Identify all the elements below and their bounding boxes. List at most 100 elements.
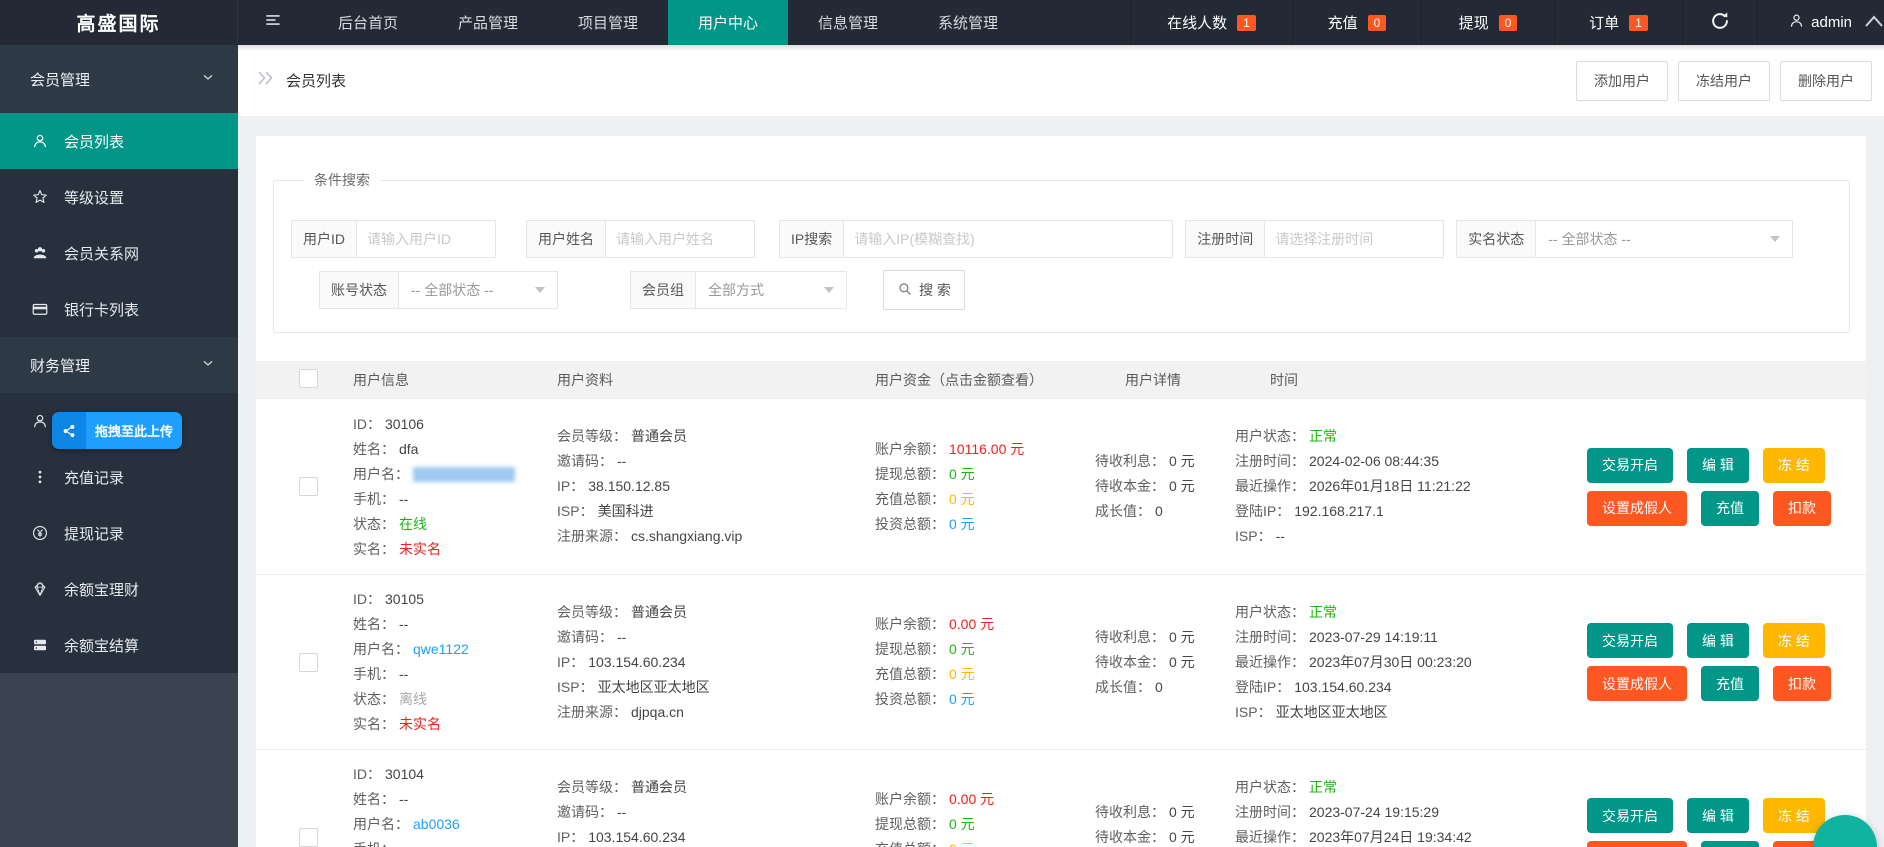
search-button[interactable]: 搜 索 xyxy=(883,270,965,310)
col-user-info: 用户信息 xyxy=(353,370,557,390)
freeze-button[interactable]: 冻 结 xyxy=(1763,798,1825,833)
account-status-field: 账号状态 -- 全部状态 -- xyxy=(319,271,558,309)
member-group-select[interactable]: 全部方式 xyxy=(695,271,847,309)
sidebar-footer-area xyxy=(0,673,238,847)
user-detail-cell: 待收利息：0 元 待收本金：0 元 成长值：0 xyxy=(1095,575,1235,749)
recharge-button[interactable]: 充值 xyxy=(1701,491,1759,526)
app-window: 高盛国际 后台首页 产品管理 项目管理 用户中心 信息管理 系统管理 在线人数 … xyxy=(0,0,1884,847)
chevron-up-icon xyxy=(1862,13,1884,33)
recharge-button[interactable]: 充值 xyxy=(1701,666,1759,701)
user-status: 正常 xyxy=(1309,604,1337,620)
nav-tab-products[interactable]: 产品管理 xyxy=(428,0,548,45)
username-link[interactable]: qwe1122 xyxy=(413,641,469,657)
recharge-button[interactable]: 充值 xyxy=(1701,841,1759,847)
sidebar-item-bank-cards[interactable]: 银行卡列表 xyxy=(0,281,238,337)
admin-user-menu[interactable]: admin xyxy=(1757,0,1884,45)
withdraw-count-badge: 0 xyxy=(1499,15,1518,31)
double-chevron-icon xyxy=(256,69,276,92)
trade-toggle-button[interactable]: 交易开启 xyxy=(1587,798,1673,833)
withdraw-amount[interactable]: 0 元 xyxy=(949,466,975,482)
add-user-button[interactable]: 添加用户 xyxy=(1576,61,1668,101)
user-detail-cell: 待收利息：0 元 待收本金：0 元 成长值：0 xyxy=(1095,399,1235,574)
row-actions-cell: 交易开启 编 辑 冻 结 设置成假人 充值 扣款 xyxy=(1587,399,1866,574)
stat-orders[interactable]: 订单 1 xyxy=(1554,0,1682,45)
stat-online-users[interactable]: 在线人数 1 xyxy=(1130,0,1292,45)
search-row-1: 用户ID 用户姓名 IP搜索 注册时间 xyxy=(284,220,1835,258)
sidebar: 会员管理 会员列表 等级设置 会员关系网 xyxy=(0,45,238,847)
online-status: 在线 xyxy=(399,516,427,532)
realname-status-select[interactable]: -- 全部状态 -- xyxy=(1535,220,1793,258)
user-status: 正常 xyxy=(1309,779,1337,795)
chevron-down-icon xyxy=(200,355,216,375)
search-row-2: 账号状态 -- 全部状态 -- 会员组 全部方式 xyxy=(284,270,1835,310)
content-panel: 条件搜索 用户ID 用户姓名 IP搜索 注册时间 xyxy=(256,136,1866,847)
stat-withdraw[interactable]: 提现 0 xyxy=(1421,0,1554,45)
sidebar-item-recharge-records[interactable]: 充值记录 xyxy=(0,449,238,505)
user-icon xyxy=(30,412,50,430)
deduct-button[interactable]: 扣款 xyxy=(1773,491,1831,526)
nav-tab-home[interactable]: 后台首页 xyxy=(308,0,428,45)
top-navbar: 高盛国际 后台首页 产品管理 项目管理 用户中心 信息管理 系统管理 在线人数 … xyxy=(0,0,1884,45)
user-id-input[interactable] xyxy=(356,220,496,258)
stat-recharge[interactable]: 充值 0 xyxy=(1292,0,1421,45)
edit-button[interactable]: 编 辑 xyxy=(1687,623,1749,658)
sidebar-item-yuebao-invest[interactable]: 余额宝理财 xyxy=(0,561,238,617)
trade-toggle-button[interactable]: 交易开启 xyxy=(1587,623,1673,658)
sidebar-item-member-network[interactable]: 会员关系网 xyxy=(0,225,238,281)
row-checkbox[interactable] xyxy=(299,477,318,496)
trade-toggle-button[interactable]: 交易开启 xyxy=(1587,448,1673,483)
delete-user-button[interactable]: 删除用户 xyxy=(1780,61,1872,101)
sidebar-item-member-list[interactable]: 会员列表 xyxy=(0,113,238,169)
user-profile-cell: 会员等级：普通会员 邀请码：-- IP：103.154.60.234 ISP：亚… xyxy=(557,575,875,749)
recharge-amount[interactable]: 0 元 xyxy=(949,666,975,682)
sidebar-item-withdraw-records[interactable]: 提现记录 xyxy=(0,505,238,561)
set-fake-button[interactable]: 设置成假人 xyxy=(1587,491,1687,526)
sidebar-section-member[interactable]: 会员管理 xyxy=(0,45,238,113)
set-fake-button[interactable]: 设置成假人 xyxy=(1587,666,1687,701)
row-checkbox[interactable] xyxy=(299,828,318,847)
freeze-user-button[interactable]: 冻结用户 xyxy=(1678,61,1770,101)
deduct-button[interactable]: 扣款 xyxy=(1773,666,1831,701)
username-link[interactable]: ab0036 xyxy=(413,816,460,832)
nav-tab-user-center[interactable]: 用户中心 xyxy=(668,0,788,45)
sidebar-item-yuebao-settle[interactable]: 余额宝结算 xyxy=(0,617,238,673)
nav-tab-system[interactable]: 系统管理 xyxy=(908,0,1028,45)
main-content: 条件搜索 用户ID 用户姓名 IP搜索 注册时间 xyxy=(238,116,1884,847)
freeze-button[interactable]: 冻 结 xyxy=(1763,623,1825,658)
user-icon xyxy=(30,132,50,150)
row-checkbox[interactable] xyxy=(299,653,318,672)
withdraw-amount[interactable]: 0 元 xyxy=(949,816,975,832)
balance-amount[interactable]: 0.00 元 xyxy=(949,616,994,632)
refresh-button[interactable] xyxy=(1682,0,1757,45)
register-time-input[interactable] xyxy=(1264,220,1444,258)
ip-search-input[interactable] xyxy=(843,220,1173,258)
invest-amount[interactable]: 0 元 xyxy=(949,691,975,707)
sidebar-section-finance[interactable]: 财务管理 xyxy=(0,337,238,393)
edit-button[interactable]: 编 辑 xyxy=(1687,798,1749,833)
sidebar-item-level-settings[interactable]: 等级设置 xyxy=(0,169,238,225)
user-name-input[interactable] xyxy=(605,220,755,258)
refresh-icon xyxy=(1709,10,1731,36)
edit-button[interactable]: 编 辑 xyxy=(1687,448,1749,483)
user-detail-cell: 待收利息：0 元 待收本金：0 元 成长值： xyxy=(1095,750,1235,847)
freeze-button[interactable]: 冻 结 xyxy=(1763,448,1825,483)
withdraw-amount[interactable]: 0 元 xyxy=(949,641,975,657)
online-status: 离线 xyxy=(399,691,427,707)
balance-amount[interactable]: 0.00 元 xyxy=(949,791,994,807)
balance-amount[interactable]: 10116.00 元 xyxy=(949,441,1024,457)
row-actions-cell: 交易开启 编 辑 冻 结 设置成假人 充值 扣款 xyxy=(1587,575,1866,749)
select-all-checkbox[interactable] xyxy=(299,369,318,388)
col-time: 时间 xyxy=(1235,370,1587,390)
drag-upload-overlay: 拖拽至此上传 xyxy=(52,412,182,449)
nav-tab-projects[interactable]: 项目管理 xyxy=(548,0,668,45)
recharge-amount[interactable]: 0 元 xyxy=(949,841,975,847)
set-fake-button[interactable]: 设置成假人 xyxy=(1587,841,1687,847)
search-icon xyxy=(897,281,913,300)
account-status-select[interactable]: -- 全部状态 -- xyxy=(398,271,558,309)
recharge-amount[interactable]: 0 元 xyxy=(949,491,975,507)
time-cell: 用户状态：正常 注册时间：2024-02-06 08:44:35 最近操作：20… xyxy=(1235,399,1587,574)
invest-amount[interactable]: 0 元 xyxy=(949,516,975,532)
nav-tab-info[interactable]: 信息管理 xyxy=(788,0,908,45)
sidebar-toggle-button[interactable] xyxy=(238,0,308,45)
time-cell: 用户状态：正常 注册时间：2023-07-24 19:15:29 最近操作：20… xyxy=(1235,750,1587,847)
